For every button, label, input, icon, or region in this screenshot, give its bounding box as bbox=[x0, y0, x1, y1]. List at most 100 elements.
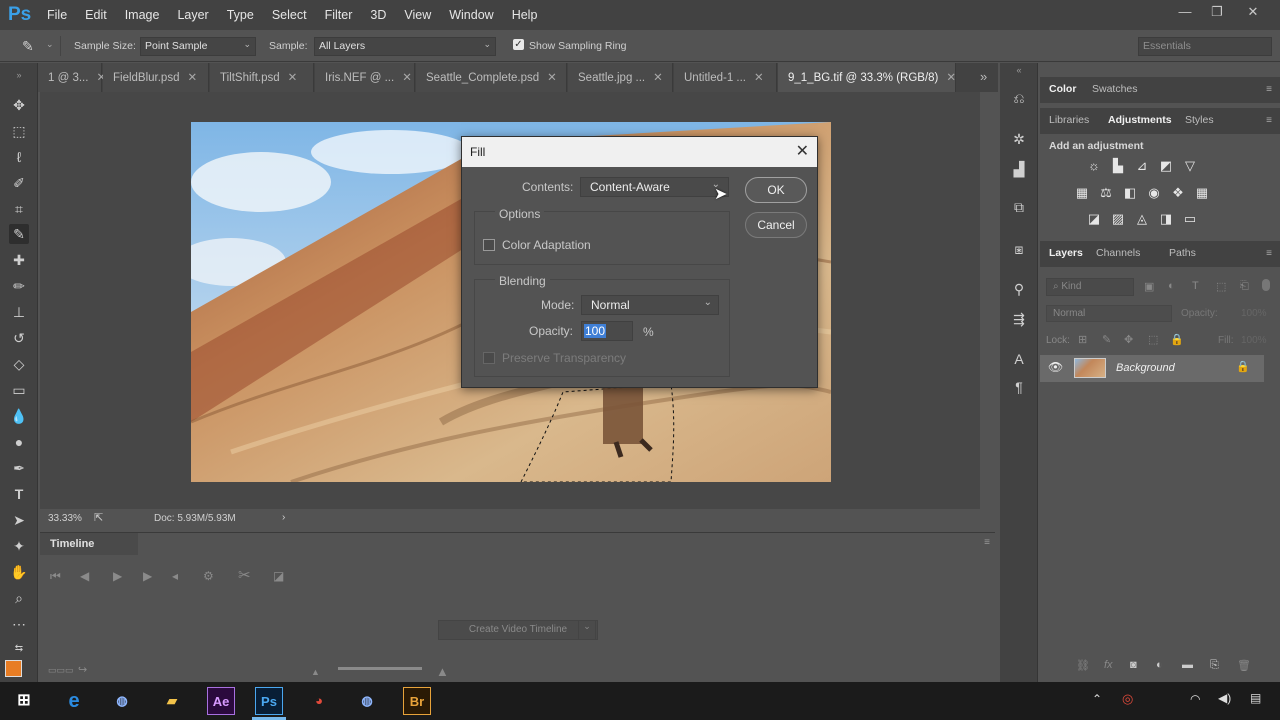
close-window-icon[interactable]: ✕ bbox=[1238, 4, 1268, 22]
fill-value[interactable]: 100% bbox=[1241, 335, 1267, 346]
after-effects-icon[interactable]: Ae bbox=[207, 687, 235, 715]
chevron-down-icon[interactable]: ⌄ bbox=[46, 39, 54, 50]
menu-3d[interactable]: 3D bbox=[361, 8, 395, 22]
color-balance-icon[interactable]: ⚖ bbox=[1098, 185, 1114, 201]
notifications-icon[interactable]: ▤ bbox=[1250, 691, 1261, 705]
sample-size-select[interactable]: Point Sample ⌄ bbox=[140, 37, 256, 56]
zoom-level[interactable]: 33.33% bbox=[48, 513, 82, 524]
hue-saturation-icon[interactable]: ▦ bbox=[1074, 185, 1090, 201]
menu-help[interactable]: Help bbox=[503, 8, 547, 22]
selective-color-icon[interactable]: ◨ bbox=[1158, 211, 1174, 227]
contents-select[interactable]: Content-Aware ⌄ bbox=[580, 177, 729, 197]
chevron-up-icon[interactable]: ⌃ bbox=[1092, 692, 1102, 706]
close-icon[interactable]: ✕ bbox=[547, 72, 557, 84]
path-selection-tool-icon[interactable]: ➤ bbox=[9, 510, 29, 530]
tab-libraries[interactable]: Libraries bbox=[1049, 114, 1089, 126]
tab-paths[interactable]: Paths bbox=[1169, 247, 1196, 259]
creative-cloud-icon[interactable]: ◎ bbox=[1122, 691, 1133, 707]
layer-row[interactable]: 👁 Background 🔒 bbox=[1040, 355, 1264, 382]
menu-select[interactable]: Select bbox=[263, 8, 316, 22]
trash-icon[interactable]: 🗑 bbox=[1237, 659, 1251, 672]
edge-browser-icon[interactable]: e bbox=[60, 687, 88, 715]
navigator-icon[interactable]: ✲ bbox=[1010, 131, 1028, 149]
blur-tool-icon[interactable]: 💧 bbox=[9, 406, 29, 426]
eyedropper-tool-icon[interactable]: ✎ bbox=[9, 224, 29, 244]
render-video-icon[interactable]: ↪ bbox=[78, 663, 87, 676]
blend-mode-select[interactable]: Normal bbox=[1046, 305, 1172, 322]
menu-file[interactable]: File bbox=[38, 8, 76, 22]
zoom-in-icon[interactable]: ▲ bbox=[436, 664, 449, 679]
transition-icon[interactable]: ◪ bbox=[273, 569, 284, 583]
move-tool-icon[interactable]: ✥ bbox=[9, 95, 29, 115]
filter-adjustment-icon[interactable]: ◐ bbox=[1168, 280, 1175, 292]
tab-document[interactable]: TiltShift.psd ✕ bbox=[210, 63, 314, 92]
quick-selection-tool-icon[interactable]: ✐ bbox=[9, 173, 29, 193]
vibrance-icon[interactable]: ▽ bbox=[1182, 158, 1198, 174]
posterize-icon[interactable]: ▨ bbox=[1110, 211, 1126, 227]
chevron-right-icon[interactable]: › bbox=[282, 512, 285, 523]
levels-icon[interactable]: ▙ bbox=[1110, 158, 1126, 174]
volume-icon[interactable]: ◀) bbox=[1218, 691, 1231, 705]
menu-window[interactable]: Window bbox=[440, 8, 502, 22]
filter-shape-icon[interactable]: ⬚ bbox=[1216, 280, 1226, 293]
ok-button[interactable]: OK bbox=[745, 177, 807, 203]
filter-smart-object-icon[interactable]: ⎗ bbox=[1240, 280, 1249, 293]
tab-color[interactable]: Color bbox=[1049, 83, 1076, 95]
shape-tool-icon[interactable]: ✦ bbox=[9, 536, 29, 556]
threshold-icon[interactable]: ◬ bbox=[1134, 211, 1150, 227]
bridge-icon[interactable]: Br bbox=[403, 687, 431, 715]
brush-settings-icon[interactable]: ⚲ bbox=[1010, 281, 1028, 299]
menu-image[interactable]: Image bbox=[116, 8, 169, 22]
cancel-button[interactable]: Cancel bbox=[745, 212, 807, 238]
close-icon[interactable]: ✕ bbox=[653, 72, 663, 84]
swap-colors-icon[interactable]: ⇆ bbox=[9, 639, 29, 659]
scissors-icon[interactable]: ✂ bbox=[238, 566, 251, 584]
file-explorer-icon[interactable]: ▰ bbox=[158, 687, 186, 715]
collapse-icon[interactable]: » bbox=[9, 65, 29, 85]
tab-document[interactable]: FieldBlur.psd ✕ bbox=[103, 63, 209, 92]
photoshop-taskbar-icon[interactable]: Ps bbox=[255, 687, 283, 715]
globe-app-2-icon[interactable]: ◍ bbox=[353, 687, 381, 715]
close-icon[interactable]: ✕ bbox=[402, 72, 412, 84]
restore-icon[interactable]: ❐ bbox=[1202, 4, 1232, 22]
next-frame-icon[interactable]: ▶ bbox=[143, 569, 152, 583]
brightness-contrast-icon[interactable]: ☼ bbox=[1086, 158, 1102, 174]
tab-swatches[interactable]: Swatches bbox=[1092, 83, 1138, 95]
minimize-icon[interactable]: — bbox=[1170, 4, 1200, 22]
healing-brush-tool-icon[interactable]: ✚ bbox=[9, 250, 29, 270]
menu-layer[interactable]: Layer bbox=[168, 8, 217, 22]
tab-document[interactable]: Iris.NEF @ ... ✕ bbox=[315, 63, 415, 92]
tab-document[interactable]: Untitled-1 ... ✕ bbox=[674, 63, 777, 92]
audio-icon[interactable]: ◂ bbox=[172, 569, 178, 583]
color-lookup-icon[interactable]: ▦ bbox=[1194, 185, 1210, 201]
history-icon[interactable]: ⎌ bbox=[1010, 90, 1028, 108]
curves-icon[interactable]: ⊿ bbox=[1134, 158, 1150, 174]
lock-position-icon[interactable]: ✥ bbox=[1124, 333, 1133, 346]
tab-document[interactable]: 1 @ 3... ✕ bbox=[38, 63, 106, 92]
new-adjustment-layer-icon[interactable]: ◐ bbox=[1156, 659, 1163, 671]
eye-icon[interactable]: 👁 bbox=[1048, 360, 1063, 374]
link-layers-icon[interactable]: ⛓ bbox=[1076, 659, 1090, 672]
menu-edit[interactable]: Edit bbox=[76, 8, 116, 22]
invert-icon[interactable]: ◪ bbox=[1086, 211, 1102, 227]
channel-mixer-icon[interactable]: ❖ bbox=[1170, 185, 1186, 201]
menu-filter[interactable]: Filter bbox=[316, 8, 362, 22]
filter-type-icon[interactable]: T bbox=[1192, 280, 1199, 292]
zoom-tool-icon[interactable]: ⌕ bbox=[9, 588, 29, 608]
eraser-tool-icon[interactable]: ◇ bbox=[9, 354, 29, 374]
menu-type[interactable]: Type bbox=[218, 8, 263, 22]
crop-tool-icon[interactable]: ⌗ bbox=[9, 199, 29, 219]
paragraph-icon[interactable]: ¶ bbox=[1010, 379, 1028, 397]
new-group-icon[interactable]: ▬ bbox=[1182, 659, 1193, 671]
gradient-tool-icon[interactable]: ▭ bbox=[9, 380, 29, 400]
tab-document[interactable]: Seattle_Complete.psd ✕ bbox=[416, 63, 567, 92]
eyedropper-icon[interactable]: ✎ bbox=[22, 38, 34, 55]
create-video-timeline-button[interactable]: Create Video Timeline bbox=[438, 620, 598, 640]
more-tabs-icon[interactable]: » bbox=[980, 69, 987, 84]
tab-channels[interactable]: Channels bbox=[1096, 247, 1140, 259]
gradient-map-icon[interactable]: ▭ bbox=[1182, 211, 1198, 227]
marquee-tool-icon[interactable]: ⬚ bbox=[9, 121, 29, 141]
timeline-tab[interactable]: Timeline bbox=[40, 533, 138, 555]
history-brush-tool-icon[interactable]: ↺ bbox=[9, 328, 29, 348]
close-icon[interactable]: ✕ bbox=[288, 72, 298, 84]
